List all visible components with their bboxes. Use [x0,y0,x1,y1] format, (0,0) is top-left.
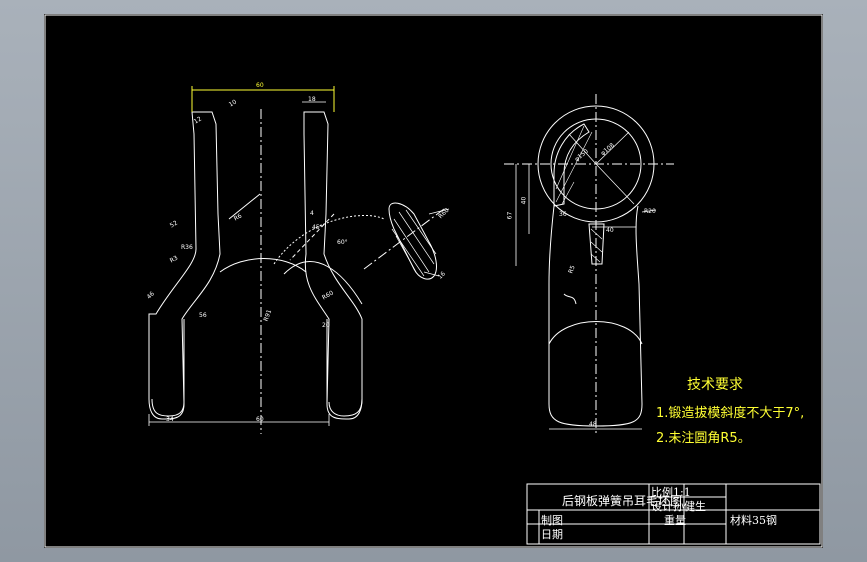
requirement-item-2: 2.未注圆角R5。 [656,431,751,446]
dim-side-r: R20 [644,208,656,215]
dim-bottom-left-w: 34 [166,416,174,423]
tb-weight: 重量 [664,514,686,527]
dim-left-lower: 56 [199,312,207,319]
dim-bottom-w: 60 [256,416,264,423]
dim-top-width: 60 [256,82,264,89]
tb-material: 材料35钢 [730,514,777,527]
dim-angle1: 45° [312,224,323,231]
dim-top-left: 12 [192,115,203,126]
dim-angle2: 60° [337,239,348,246]
dim-side-bottom: 48 [589,421,597,428]
dim-right-r: R60 [321,289,335,302]
dim-h3: 36 [559,211,567,218]
dim-arc-r: R91 [262,308,274,323]
dim-side-r2: R5 [567,264,577,275]
dim-section-r1: R60 [437,206,451,221]
dimension-text-layer: 60 18 12 10 52 R36 R3 R6 46 56 R91 20 R6… [44,14,823,548]
dim-phi2: φ108 [599,141,616,158]
requirement-item-1: 1.锻造拔模斜度不大于7°, [656,406,805,421]
dim-h1: 67 [506,211,514,220]
dim-left-r2: R36 [181,244,193,251]
dim-section-r2: 16 [436,270,447,281]
dim-h2: 40 [520,196,528,205]
requirements-title: 技术要求 [687,377,743,393]
dim-mid-r: R3 [168,254,180,265]
window-frame: 60 18 12 10 52 R36 R3 R6 46 56 R91 20 R6… [0,0,867,562]
dim-right-lower: 20 [322,322,330,329]
tb-checked: 日期 [541,528,563,541]
dim-top-right: 18 [308,96,316,103]
dim-center-r: R6 [232,212,244,223]
dim-left-r: 52 [168,219,179,230]
dim-right-small: 4 [310,210,314,217]
drawing-sheet: 60 18 12 10 52 R36 R3 R6 46 56 R91 20 R6… [44,14,823,548]
dim-w1: 40 [606,227,614,234]
dim-left-outer: 46 [145,290,156,301]
dim-chamfer: 10 [227,98,238,109]
dim-phi1: φ150 [573,147,590,164]
